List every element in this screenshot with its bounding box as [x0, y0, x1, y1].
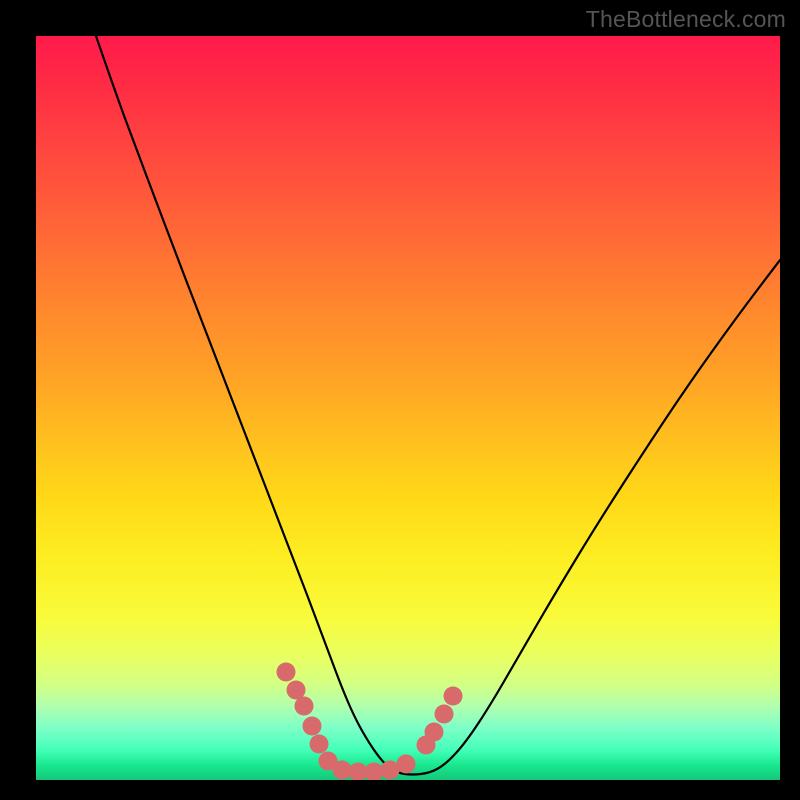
- curve-marker: [310, 735, 329, 754]
- curve-marker: [444, 687, 463, 706]
- curve-marker: [303, 717, 322, 736]
- curve-marker: [425, 723, 444, 742]
- plot-area: [36, 36, 780, 780]
- curve-marker: [397, 755, 416, 774]
- watermark-text: TheBottleneck.com: [586, 6, 786, 33]
- bottleneck-curve-path: [96, 36, 780, 775]
- bottleneck-curve-svg: [36, 36, 780, 780]
- curve-marker: [435, 705, 454, 724]
- curve-markers: [277, 663, 463, 781]
- curve-marker: [277, 663, 296, 682]
- chart-frame: TheBottleneck.com: [0, 0, 800, 800]
- curve-marker: [295, 697, 314, 716]
- curve-marker: [333, 761, 352, 780]
